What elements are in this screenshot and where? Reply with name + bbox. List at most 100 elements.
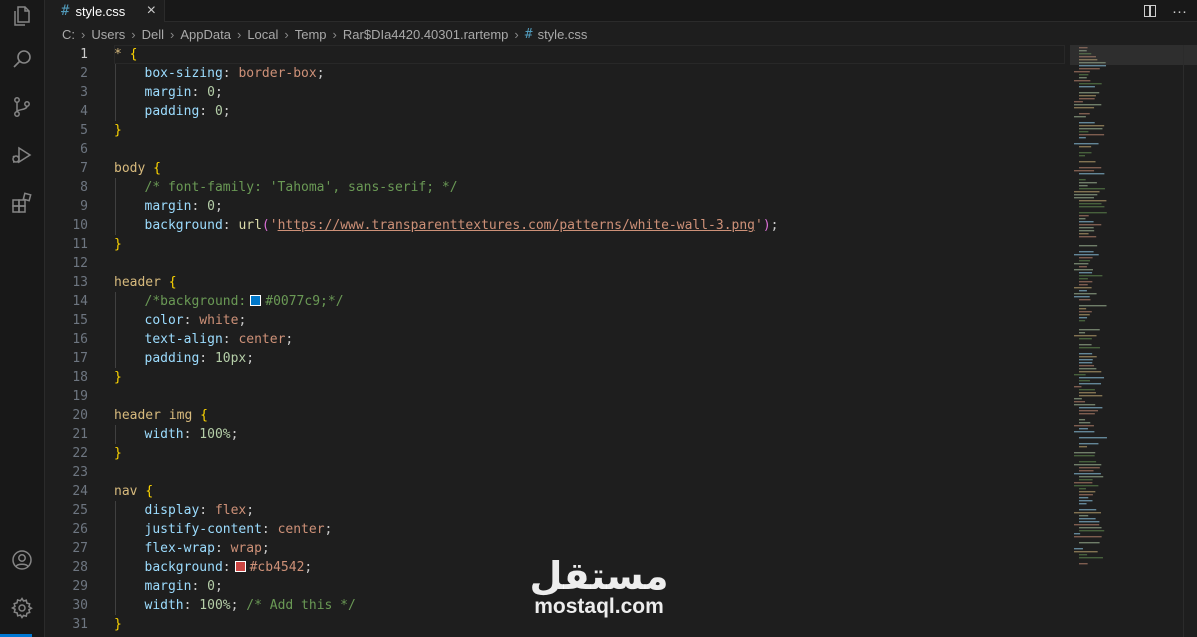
token-punc: : (222, 218, 239, 233)
minimap-line (1079, 74, 1089, 76)
minimap-line (1079, 278, 1088, 280)
code-line[interactable]: 10 background: url('https://www.transpare… (45, 216, 1065, 235)
code-line[interactable]: 3 margin: 0; (45, 83, 1065, 102)
minimap-line (1079, 122, 1095, 124)
search-icon[interactable] (8, 45, 36, 73)
code-line[interactable]: 24 nav { (45, 482, 1065, 501)
token-comment: /* Add this */ (246, 598, 356, 613)
accounts-icon[interactable] (8, 546, 36, 574)
token-brace: { (168, 275, 177, 290)
breadcrumb-item[interactable]: Local (247, 27, 278, 42)
minimap-line (1079, 161, 1096, 163)
token-punc: : (222, 66, 239, 81)
code-line[interactable]: 20 header img { (45, 406, 1065, 425)
minimap-slider[interactable] (1070, 45, 1197, 65)
code-line[interactable]: 6 (45, 140, 1065, 159)
split-editor-icon[interactable] (1144, 5, 1156, 17)
minimap-line (1079, 521, 1100, 523)
token-url[interactable]: https://www.transparenttextures.com/patt… (278, 218, 755, 233)
line-number: 29 (72, 579, 88, 594)
token-brace: } (114, 370, 122, 385)
code-line[interactable]: 5} (45, 121, 1065, 140)
code-editor[interactable]: 1 * {2 box-sizing: border-box; 3 margin: 0; 4… (45, 45, 1065, 637)
close-icon[interactable]: × (147, 1, 156, 21)
breadcrumb-item[interactable]: Dell (142, 27, 164, 42)
indent-guide (115, 596, 116, 615)
minimap-line (1079, 353, 1093, 355)
color-swatch[interactable] (234, 561, 246, 572)
minimap-line (1079, 338, 1092, 340)
code-text: display: flex; (145, 501, 255, 520)
token-prop: display (144, 503, 200, 518)
explorer-icon[interactable] (8, 2, 36, 30)
more-actions-icon[interactable]: ··· (1172, 4, 1187, 19)
code-line[interactable]: 13 header { (45, 273, 1065, 292)
source-control-icon[interactable] (8, 93, 36, 121)
token-sel: body (114, 161, 154, 176)
minimap-line (1079, 95, 1096, 97)
minimap-line (1079, 314, 1090, 316)
minimap-line (1074, 452, 1096, 454)
indent-guide (115, 330, 116, 349)
token-val: wrap (230, 541, 262, 556)
indent-guide (115, 577, 116, 596)
code-line[interactable]: 15 color: white; (45, 311, 1065, 330)
line-number: 24 (72, 484, 88, 499)
line-number: 2 (80, 66, 88, 81)
code-line[interactable]: 9 margin: 0; (45, 197, 1065, 216)
indent-guide (115, 178, 116, 197)
token-punc: : (183, 313, 200, 328)
code-line[interactable]: 25 display: flex; (45, 501, 1065, 520)
minimap-line (1079, 77, 1087, 79)
minimap-line (1079, 446, 1088, 448)
minimap-line (1079, 65, 1107, 67)
code-line[interactable]: 19 (45, 387, 1065, 406)
breadcrumb-separator: › (131, 26, 136, 42)
token-prop: justify-content (144, 522, 262, 537)
breadcrumb-item[interactable]: C: (62, 27, 75, 42)
code-line[interactable]: 17 padding: 10px; (45, 349, 1065, 368)
minimap-line (1079, 437, 1107, 439)
code-line[interactable]: 18} (45, 368, 1065, 387)
breadcrumb-item[interactable]: Rar$DIa4420.40301.rartemp (343, 27, 509, 42)
run-debug-icon[interactable] (8, 141, 36, 169)
token-num: 0 (207, 85, 215, 100)
code-line[interactable]: 4 padding: 0; (45, 102, 1065, 121)
minimap-line (1079, 500, 1093, 502)
breadcrumb-item[interactable]: AppData (180, 27, 231, 42)
token-paren: ) (762, 218, 771, 233)
minimap-line (1074, 524, 1100, 526)
token-punc: ; (214, 579, 223, 594)
minimap[interactable] (1070, 45, 1197, 570)
code-line[interactable]: 23 (45, 463, 1065, 482)
code-line[interactable]: 8 /* font-family: 'Tahoma', sans-serif; *… (45, 178, 1065, 197)
vertical-scrollbar[interactable] (1183, 45, 1197, 637)
code-line[interactable]: 1 * { (45, 45, 1065, 64)
breadcrumb-item[interactable]: style.css (538, 27, 588, 42)
minimap-line (1079, 461, 1097, 463)
minimap-line (1074, 254, 1099, 256)
code-line[interactable]: 14 /*background: #0077c9;*/ (45, 292, 1065, 311)
token-punc: : (199, 503, 215, 518)
minimap-line (1079, 389, 1095, 391)
manage-gear-icon[interactable] (8, 594, 36, 622)
color-swatch[interactable] (250, 295, 262, 306)
minimap-line (1079, 134, 1105, 136)
breadcrumb-item[interactable]: Temp (295, 27, 327, 42)
code-line[interactable]: 7 body { (45, 159, 1065, 178)
breadcrumb-item[interactable]: Users (91, 27, 125, 42)
tab-style-css[interactable]: # style.css × (45, 0, 165, 22)
code-line[interactable]: 12 (45, 254, 1065, 273)
code-line[interactable]: 11} (45, 235, 1065, 254)
token-func: url (238, 218, 262, 233)
breadcrumb-separator: › (236, 26, 242, 42)
code-line[interactable]: 21 width: 100%; (45, 425, 1065, 444)
code-line[interactable]: 2 box-sizing: border-box; (45, 64, 1065, 83)
token-brace: } (114, 446, 122, 461)
code-line[interactable]: 16 text-align: center; (45, 330, 1065, 349)
extensions-icon[interactable] (8, 189, 36, 217)
minimap-line (1079, 371, 1102, 373)
minimap-line (1079, 365, 1095, 367)
code-line[interactable]: 22} (45, 444, 1065, 463)
code-line[interactable]: 26 justify-content: center; (45, 520, 1065, 539)
